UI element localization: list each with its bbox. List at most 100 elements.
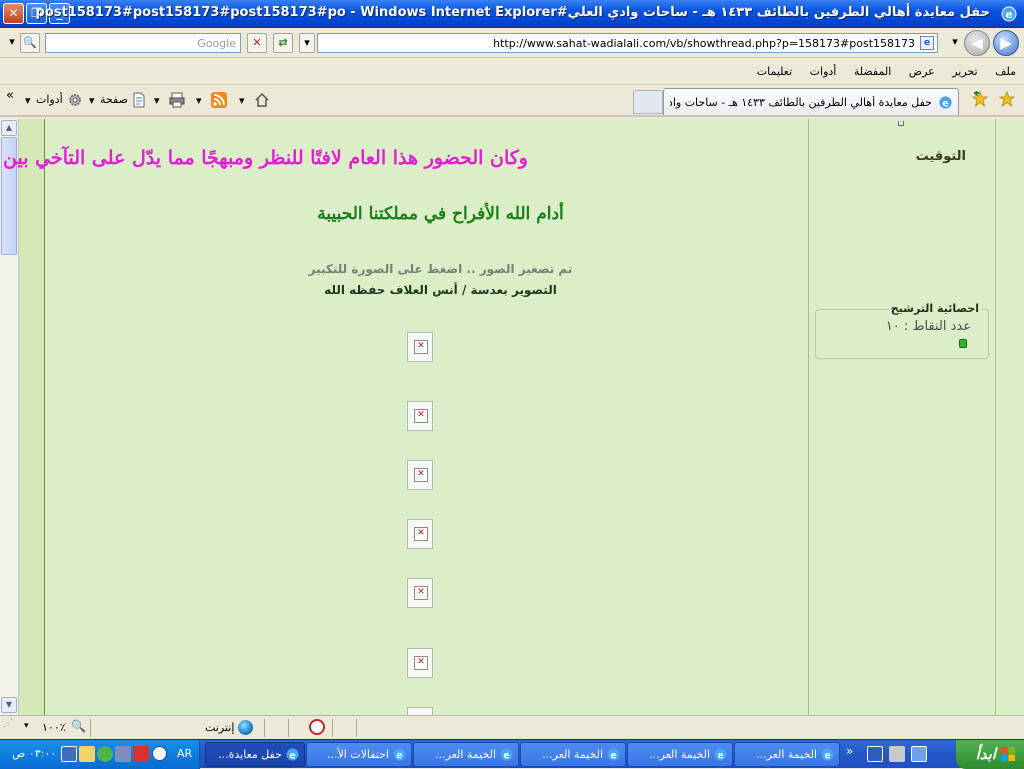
- menu-file[interactable]: ملف: [995, 65, 1016, 78]
- search-icon[interactable]: 🔍: [20, 33, 40, 53]
- print-dropdown-icon[interactable]: ▾: [154, 94, 160, 107]
- search-dropdown-icon[interactable]: ▾: [4, 33, 20, 53]
- address-dropdown-icon[interactable]: ▾: [299, 33, 315, 53]
- menu-help[interactable]: تعليمات: [757, 65, 792, 78]
- tray-network-icon[interactable]: [115, 746, 131, 762]
- broken-image-icon[interactable]: [407, 578, 433, 608]
- quicklaunch-app-icon[interactable]: [911, 746, 927, 762]
- tray-volume-icon[interactable]: [79, 746, 95, 762]
- tools-dropdown-icon[interactable]: ▾: [25, 94, 31, 107]
- scroll-down-icon[interactable]: ▼: [1, 697, 17, 713]
- post-line-image-note: تم تصغير الصور .. اضغط على الصورة للتكبي…: [308, 262, 573, 276]
- quicklaunch-word-icon[interactable]: [867, 746, 883, 762]
- rss-feed-icon[interactable]: [211, 92, 227, 108]
- page-icon: e: [920, 36, 934, 50]
- more-commands-icon[interactable]: »: [6, 88, 14, 103]
- add-favorite-icon[interactable]: [972, 91, 988, 107]
- quicklaunch-more-icon[interactable]: »: [846, 744, 853, 758]
- menu-favorites[interactable]: المفضلة: [854, 65, 891, 78]
- taskbar-window-button-active[interactable]: حفل معايدة... e: [205, 742, 305, 767]
- post-line-attendance: وكان الحضور هذا العام لافتًا للنظر ومبهج…: [0, 147, 528, 169]
- search-input[interactable]: Google: [45, 33, 241, 53]
- page-right-border: [995, 119, 1024, 715]
- menu-bar: ملف تحرير عرض المفضلة أدوات تعليمات: [0, 58, 1024, 85]
- svg-text:e: e: [942, 98, 948, 109]
- ie-window-icon: e: [607, 748, 620, 761]
- stats-box: [815, 309, 989, 359]
- quicklaunch-search-icon[interactable]: [889, 746, 905, 762]
- broken-image-icon[interactable]: [407, 519, 433, 549]
- print-icon[interactable]: [169, 92, 185, 108]
- ie-window-icon: e: [714, 748, 727, 761]
- broken-image-icon[interactable]: [407, 401, 433, 431]
- page-menu-label[interactable]: صفحة: [100, 93, 128, 106]
- page-dropdown-icon[interactable]: ▾: [89, 94, 95, 107]
- ie-page-icon: e: [939, 96, 952, 109]
- zoom-dropdown-icon[interactable]: ▾: [24, 721, 29, 731]
- start-label: ابدأ: [975, 745, 996, 763]
- user-sidebar: التوقيت احصائية الترشيح عدد النقاط : ١٠: [809, 119, 995, 715]
- page-icon[interactable]: [131, 92, 147, 108]
- broken-image-icon[interactable]: [407, 332, 433, 362]
- title-bar: ✕ ❐ _ حفل معايدة أهالي الطرفين بالطائف ١…: [0, 0, 1024, 28]
- tools-gear-icon[interactable]: [67, 92, 83, 108]
- menu-tools[interactable]: أدوات: [810, 65, 837, 78]
- clock[interactable]: ٠٣:٠٠ ص: [12, 747, 56, 760]
- menu-edit[interactable]: تحرير: [952, 65, 977, 78]
- broken-image-icon[interactable]: [407, 648, 433, 678]
- svg-text:e: e: [396, 750, 402, 761]
- task-label: الخيمة العر...: [756, 748, 817, 761]
- taskbar-window-button[interactable]: الخيمة العر... e: [520, 742, 626, 767]
- popup-blocker-icon[interactable]: [309, 719, 325, 735]
- system-tray: AR ٠٣:٠٠ ص: [0, 740, 200, 769]
- tray-antivirus-icon[interactable]: [133, 746, 149, 762]
- page-viewport: ▲ ▼ وكان الحضور هذا العام لافتًا للنظر و…: [0, 119, 1024, 715]
- status-divider: [264, 719, 265, 737]
- svg-text:e: e: [289, 750, 295, 761]
- language-indicator[interactable]: AR: [177, 747, 192, 760]
- history-dropdown-icon[interactable]: ▾: [948, 33, 962, 53]
- home-icon[interactable]: [254, 92, 270, 108]
- rss-dropdown-icon[interactable]: ▾: [196, 94, 202, 107]
- stats-title: احصائية الترشيح: [888, 302, 981, 315]
- refresh-icon[interactable]: ⇄: [273, 33, 293, 53]
- taskbar-window-button[interactable]: الخيمة العر... e: [734, 742, 840, 767]
- favorites-star-icon[interactable]: [999, 91, 1015, 107]
- resize-grip-icon[interactable]: ⋰: [3, 718, 13, 729]
- post-line-blessing: أدام الله الأفراح في مملكتنا الحبيبة: [317, 204, 564, 224]
- ie-window-icon: e: [393, 748, 406, 761]
- tray-messenger-icon[interactable]: [97, 746, 113, 762]
- svg-text:e: e: [610, 750, 616, 761]
- start-button[interactable]: ابدأ: [956, 740, 1024, 769]
- tray-app-icon[interactable]: [61, 746, 77, 762]
- scroll-up-icon[interactable]: ▲: [1, 120, 17, 136]
- status-divider: [356, 719, 357, 737]
- zoom-level[interactable]: ١٠٠٪: [42, 721, 66, 734]
- close-window-button[interactable]: ✕: [3, 3, 24, 24]
- tray-expand-icon[interactable]: [152, 746, 167, 761]
- menu-view[interactable]: عرض: [909, 65, 935, 78]
- stop-icon[interactable]: ✕: [247, 33, 267, 53]
- tab-current[interactable]: حفل معايدة أهالي الطرفين بالطائف ١٤٣٣ هـ…: [663, 88, 959, 115]
- broken-image-icon[interactable]: [407, 707, 433, 715]
- new-tab-button[interactable]: [633, 90, 663, 114]
- taskbar-window-button[interactable]: الخيمة العر... e: [627, 742, 733, 767]
- task-label: حفل معايدة...: [218, 748, 282, 761]
- tools-menu-label[interactable]: أدوات: [36, 93, 63, 106]
- url-field[interactable]: http://www.sahat-wadialali.com/vb/showth…: [317, 33, 938, 53]
- vertical-scrollbar[interactable]: ▲ ▼: [0, 119, 19, 715]
- back-button[interactable]: ◀: [964, 30, 990, 56]
- svg-text:e: e: [503, 750, 509, 761]
- forward-button[interactable]: ▶: [993, 30, 1019, 56]
- internet-zone-icon: [238, 720, 253, 735]
- taskbar-window-button[interactable]: احتفالات الأ... e: [306, 742, 412, 767]
- security-zone[interactable]: إنترنت: [205, 721, 234, 734]
- svg-text:e: e: [717, 750, 723, 761]
- ie-window-icon: e: [500, 748, 513, 761]
- home-dropdown-icon[interactable]: ▾: [239, 94, 245, 107]
- zoom-magnifier-icon[interactable]: 🔍: [71, 719, 86, 733]
- status-divider: [332, 719, 333, 737]
- broken-image-icon[interactable]: [407, 460, 433, 490]
- tab-bar: حفل معايدة أهالي الطرفين بالطائف ١٤٣٣ هـ…: [0, 85, 1024, 117]
- taskbar-window-button[interactable]: الخيمة العر... e: [413, 742, 519, 767]
